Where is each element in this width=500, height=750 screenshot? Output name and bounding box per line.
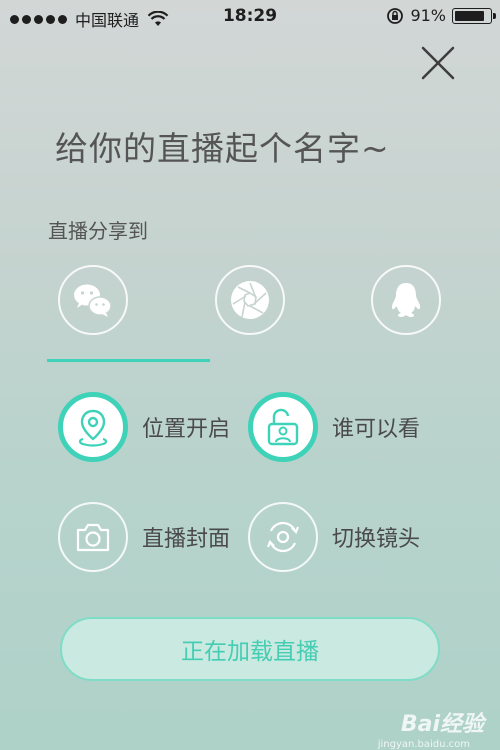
- privacy-setting[interactable]: 谁可以看: [248, 392, 420, 462]
- switch-camera-button[interactable]: 切换镜头: [248, 502, 420, 572]
- share-label: 直播分享到: [48, 219, 148, 243]
- qq-icon: [391, 283, 421, 317]
- baidu-jingyan-logo: Bai经验: [400, 712, 484, 737]
- privacy-setting-label: 谁可以看: [332, 417, 421, 442]
- share-qq-button[interactable]: [371, 265, 441, 335]
- switch-camera-label: 切换镜头: [332, 527, 421, 552]
- privacy-setting-circle: [248, 392, 318, 462]
- watermark-url: jingyan.baidu.com: [377, 739, 470, 750]
- rotation-lock-icon: [387, 7, 404, 24]
- camera-icon: [76, 523, 110, 552]
- battery-icon: [452, 7, 496, 24]
- status-right: 91%: [386, 6, 496, 25]
- close-icon[interactable]: [420, 45, 456, 81]
- wechat-icon: [74, 284, 112, 317]
- battery-percent: 91%: [410, 6, 446, 25]
- cover-button-circle: [58, 502, 128, 572]
- location-toggle-label: 位置开启: [142, 417, 231, 442]
- location-toggle[interactable]: 位置开启: [58, 392, 230, 462]
- share-selected-indicator: [47, 359, 210, 362]
- share-wechat-button[interactable]: [58, 265, 128, 335]
- status-bar: 中国联通 18:29 91%: [0, 0, 500, 34]
- cover-button[interactable]: 直播封面: [58, 502, 230, 572]
- battery-fill: [455, 10, 485, 21]
- unlock-user-icon: [267, 408, 299, 446]
- switch-camera-circle: [248, 502, 318, 572]
- cover-button-label: 直播封面: [142, 527, 231, 552]
- location-pin-icon: [78, 409, 108, 447]
- stream-title-input[interactable]: 给你的直播起个名字~: [55, 122, 390, 170]
- share-moments-button[interactable]: [215, 265, 285, 335]
- moments-icon: [231, 281, 269, 319]
- location-toggle-circle: [58, 392, 128, 462]
- switch-camera-icon: [266, 521, 300, 553]
- start-live-button[interactable]: 正在加载直播: [60, 617, 440, 681]
